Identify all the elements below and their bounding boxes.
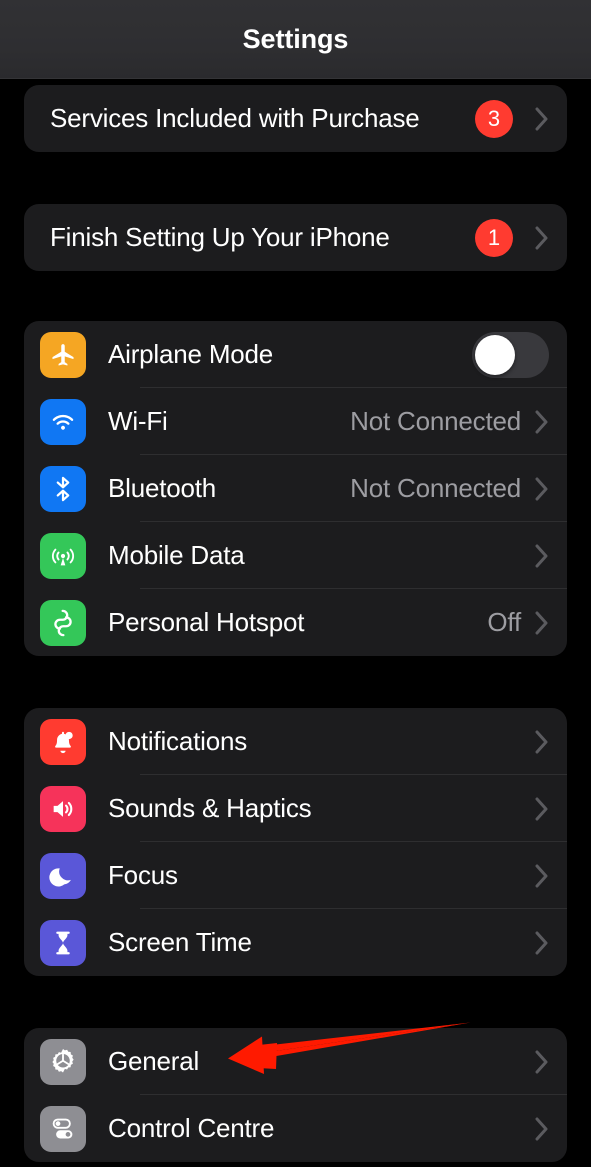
row-focus[interactable]: Focus (24, 842, 567, 909)
section-connectivity: Airplane Mode Wi-Fi Not Connected Blueto… (24, 321, 567, 656)
wifi-icon (40, 398, 86, 445)
row-bluetooth[interactable]: Bluetooth Not Connected (24, 455, 567, 522)
chevron-right-icon (535, 730, 549, 754)
row-control-centre[interactable]: Control Centre (24, 1095, 567, 1162)
navbar-divider (0, 78, 591, 79)
personal-hotspot-icon (40, 599, 86, 646)
row-label: Notifications (108, 726, 248, 756)
section-services: Services Included with Purchase 3 (24, 85, 567, 152)
row-label: Finish Setting Up Your iPhone (50, 222, 390, 252)
chevron-right-icon (535, 931, 549, 955)
toggle-knob (475, 334, 515, 375)
row-wifi[interactable]: Wi-Fi Not Connected (24, 388, 567, 455)
section-notifications-group: Notifications Sounds & Haptics Focus Scr… (24, 708, 567, 976)
row-label: Wi-Fi (108, 406, 168, 436)
mobile-data-icon (40, 532, 86, 579)
row-services-included[interactable]: Services Included with Purchase 3 (24, 85, 567, 152)
row-label: Focus (108, 860, 178, 890)
chevron-right-icon (535, 797, 549, 821)
row-sounds-haptics[interactable]: Sounds & Haptics (24, 775, 567, 842)
page-title: Settings (242, 24, 349, 54)
row-value: Not Connected (350, 406, 521, 436)
hourglass-icon (40, 919, 86, 966)
row-label: General (108, 1046, 200, 1076)
chevron-right-icon (535, 410, 549, 434)
airplane-mode-toggle[interactable] (472, 331, 549, 378)
chevron-right-icon (535, 544, 549, 568)
row-label: Control Centre (108, 1113, 275, 1143)
chevron-right-icon (535, 1117, 549, 1141)
row-label: Screen Time (108, 927, 252, 957)
row-label: Mobile Data (108, 540, 245, 570)
bell-icon (40, 718, 86, 765)
row-screen-time[interactable]: Screen Time (24, 909, 567, 976)
row-airplane-mode[interactable]: Airplane Mode (24, 321, 567, 388)
row-finish-setting-up[interactable]: Finish Setting Up Your iPhone 1 (24, 204, 567, 271)
status-badge: 1 (475, 218, 513, 257)
navigation-bar: Settings (0, 0, 591, 79)
row-label: Services Included with Purchase (50, 103, 420, 133)
chevron-right-icon (535, 107, 549, 131)
row-personal-hotspot[interactable]: Personal Hotspot Off (24, 589, 567, 656)
gear-icon (40, 1038, 86, 1085)
row-mobile-data[interactable]: Mobile Data (24, 522, 567, 589)
chevron-right-icon (535, 1050, 549, 1074)
bluetooth-icon (40, 465, 86, 512)
control-centre-icon (40, 1105, 86, 1152)
section-general-group: General Control Centre (24, 1028, 567, 1162)
row-label: Personal Hotspot (108, 607, 305, 637)
settings-scroll-view[interactable]: Services Included with Purchase 3 Finish… (0, 0, 591, 1167)
row-value: Off (487, 607, 521, 637)
section-finish-setup: Finish Setting Up Your iPhone 1 (24, 204, 567, 271)
row-notifications[interactable]: Notifications (24, 708, 567, 775)
chevron-right-icon (535, 226, 549, 250)
chevron-right-icon (535, 477, 549, 501)
row-value: Not Connected (350, 473, 521, 503)
status-badge: 3 (475, 99, 513, 138)
row-label: Airplane Mode (108, 339, 274, 369)
row-label: Sounds & Haptics (108, 793, 312, 823)
airplane-icon (40, 331, 86, 378)
speaker-icon (40, 785, 86, 832)
row-general[interactable]: General (24, 1028, 567, 1095)
chevron-right-icon (535, 864, 549, 888)
row-label: Bluetooth (108, 473, 217, 503)
chevron-right-icon (535, 611, 549, 635)
moon-icon (40, 852, 86, 899)
